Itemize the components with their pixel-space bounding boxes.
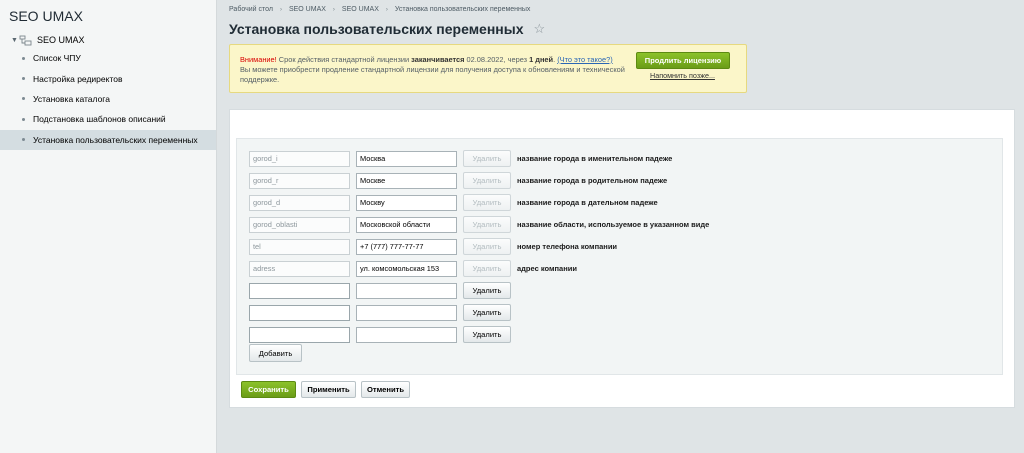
sidebar-item-templates[interactable]: Подстановка шаблонов описаний <box>0 109 216 129</box>
breadcrumb-item-seo-umax[interactable]: SEO UMAX <box>289 6 326 13</box>
variable-row: gorod_d Москву Удалить название города в… <box>249 194 658 211</box>
variable-description: адрес компании <box>517 264 577 273</box>
cancel-button[interactable]: Отменить <box>361 381 410 398</box>
form-actions: Сохранить Применить Отменить <box>241 381 415 398</box>
notice-warning-label: Внимание! <box>240 55 277 64</box>
nav-list: Список ЧПУ Настройка редиректов Установк… <box>0 48 216 150</box>
save-button[interactable]: Сохранить <box>241 381 296 398</box>
sidebar-title: SEO UMAX <box>9 8 83 24</box>
delete-button[interactable]: Удалить <box>463 260 511 277</box>
variable-key-input[interactable]: gorod_d <box>249 194 350 211</box>
sidebar-item-user-variables[interactable]: Установка пользовательских переменных <box>0 129 216 150</box>
variables-form: gorod_i Москва Удалить название города в… <box>236 138 1003 375</box>
sidebar: SEO UMAX ▼ SEO UMAX Список ЧПУ Настройка… <box>0 0 217 453</box>
whats-this-link[interactable]: (Что это такое?) <box>557 55 612 64</box>
sidebar-item-label: Установка каталога <box>33 93 110 104</box>
variable-value-input[interactable]: Москва <box>356 150 457 167</box>
breadcrumb: Рабочий стол › SEO UMAX › SEO UMAX › Уст… <box>229 6 530 13</box>
variable-key-input[interactable] <box>249 282 350 299</box>
license-notice-text: Внимание! Срок действия стандартной лице… <box>240 55 630 85</box>
variable-row-empty: Удалить <box>249 326 511 343</box>
license-notice: Внимание! Срок действия стандартной лице… <box>229 44 747 93</box>
variable-description: номер телефона компании <box>517 242 618 251</box>
breadcrumb-separator-icon: › <box>279 6 282 13</box>
variable-row-empty: Удалить <box>249 304 511 321</box>
add-variable-button[interactable]: Добавить <box>249 344 302 362</box>
page-title: Установка пользовательских переменных <box>229 21 524 37</box>
apply-button[interactable]: Применить <box>301 381 356 398</box>
sidebar-item-redirects[interactable]: Настройка редиректов <box>0 68 216 88</box>
variable-key-input[interactable] <box>249 304 350 321</box>
variable-row: gorod_r Москве Удалить название города в… <box>249 172 667 189</box>
renew-license-button[interactable]: Продлить лицензию <box>636 52 730 69</box>
delete-button[interactable]: Удалить <box>463 150 511 167</box>
variable-key-input[interactable]: gorod_oblasti <box>249 216 350 233</box>
variable-value-input[interactable] <box>356 304 457 321</box>
notice-text-part: Срок действия стандартной лицензии <box>276 55 412 64</box>
delete-button[interactable]: Удалить <box>463 304 511 321</box>
main-content: Рабочий стол › SEO UMAX › SEO UMAX › Уст… <box>217 0 1024 453</box>
variable-row: gorod_oblasti Московской области Удалить… <box>249 216 709 233</box>
breadcrumb-item-current: Установка пользовательских переменных <box>394 6 531 13</box>
tree-expand-arrow-icon[interactable]: ▼ <box>11 37 19 44</box>
variable-value-input[interactable] <box>356 326 457 343</box>
folder-tree-icon <box>19 35 32 45</box>
bullet-icon <box>22 138 25 142</box>
variable-key-input[interactable]: gorod_r <box>249 172 350 189</box>
variable-description: название города в родительном падеже <box>517 176 668 185</box>
star-icon[interactable]: ☆ <box>534 21 546 37</box>
sidebar-item-catalog[interactable]: Установка каталога <box>0 89 216 109</box>
variable-row: gorod_i Москва Удалить название города в… <box>249 150 672 167</box>
delete-button[interactable]: Удалить <box>463 172 511 189</box>
notice-expires: заканчивается <box>411 55 465 64</box>
variable-value-input[interactable]: +7 (777) 777-77-77 <box>356 238 457 255</box>
variable-row: adress ул. комсомольская 153 Удалить адр… <box>249 260 577 277</box>
bullet-icon <box>22 117 25 121</box>
variable-value-input[interactable]: ул. комсомольская 153 <box>356 260 457 277</box>
bullet-icon <box>22 56 25 60</box>
delete-button[interactable]: Удалить <box>463 238 511 255</box>
delete-button[interactable]: Удалить <box>463 216 511 233</box>
breadcrumb-item-desktop[interactable]: Рабочий стол <box>229 6 273 13</box>
notice-days: 1 дней <box>529 55 554 64</box>
variable-description: название города в дательном падеже <box>517 198 658 207</box>
breadcrumb-separator-icon: › <box>332 6 335 13</box>
form-panel: gorod_i Москва Удалить название города в… <box>229 109 1015 408</box>
sidebar-item-label: Настройка редиректов <box>33 73 123 84</box>
variable-row: tel +7 (777) 777-77-77 Удалить номер тел… <box>249 238 617 255</box>
breadcrumb-separator-icon: › <box>385 6 388 13</box>
variable-key-input[interactable]: tel <box>249 238 350 255</box>
variable-key-input[interactable]: gorod_i <box>249 150 350 167</box>
variable-value-input[interactable] <box>356 282 457 299</box>
variable-value-input[interactable]: Московской области <box>356 216 457 233</box>
variable-value-input[interactable]: Москве <box>356 172 457 189</box>
variable-value-input[interactable]: Москву <box>356 194 457 211</box>
bullet-icon <box>22 97 25 101</box>
sidebar-item-chpu-list[interactable]: Список ЧПУ <box>0 48 216 68</box>
notice-line2: Вы можете приобрести продление стандартн… <box>240 65 625 84</box>
delete-button[interactable]: Удалить <box>463 282 511 299</box>
remind-later-link[interactable]: Напомнить позже... <box>650 71 715 80</box>
notice-text-part: 02.08.2022, через <box>464 55 530 64</box>
sidebar-item-label: Список ЧПУ <box>33 53 81 64</box>
variable-row-empty: Удалить <box>249 282 511 299</box>
sidebar-item-label: Подстановка шаблонов описаний <box>33 114 166 125</box>
tree-root-seo-umax[interactable]: ▼ SEO UMAX <box>11 33 85 47</box>
variable-key-input[interactable] <box>249 326 350 343</box>
delete-button[interactable]: Удалить <box>463 194 511 211</box>
tree-root-label: SEO UMAX <box>37 35 85 45</box>
variable-description: название области, используемое в указанн… <box>517 220 710 229</box>
breadcrumb-item-seo-umax-2[interactable]: SEO UMAX <box>342 6 379 13</box>
bullet-icon <box>22 77 25 81</box>
delete-button[interactable]: Удалить <box>463 326 511 343</box>
variable-key-input[interactable]: adress <box>249 260 350 277</box>
variable-description: название города в именительном падеже <box>517 154 673 163</box>
sidebar-item-label: Установка пользовательских переменных <box>33 134 198 145</box>
page-title-wrap: Установка пользовательских переменных ☆ <box>229 21 545 37</box>
